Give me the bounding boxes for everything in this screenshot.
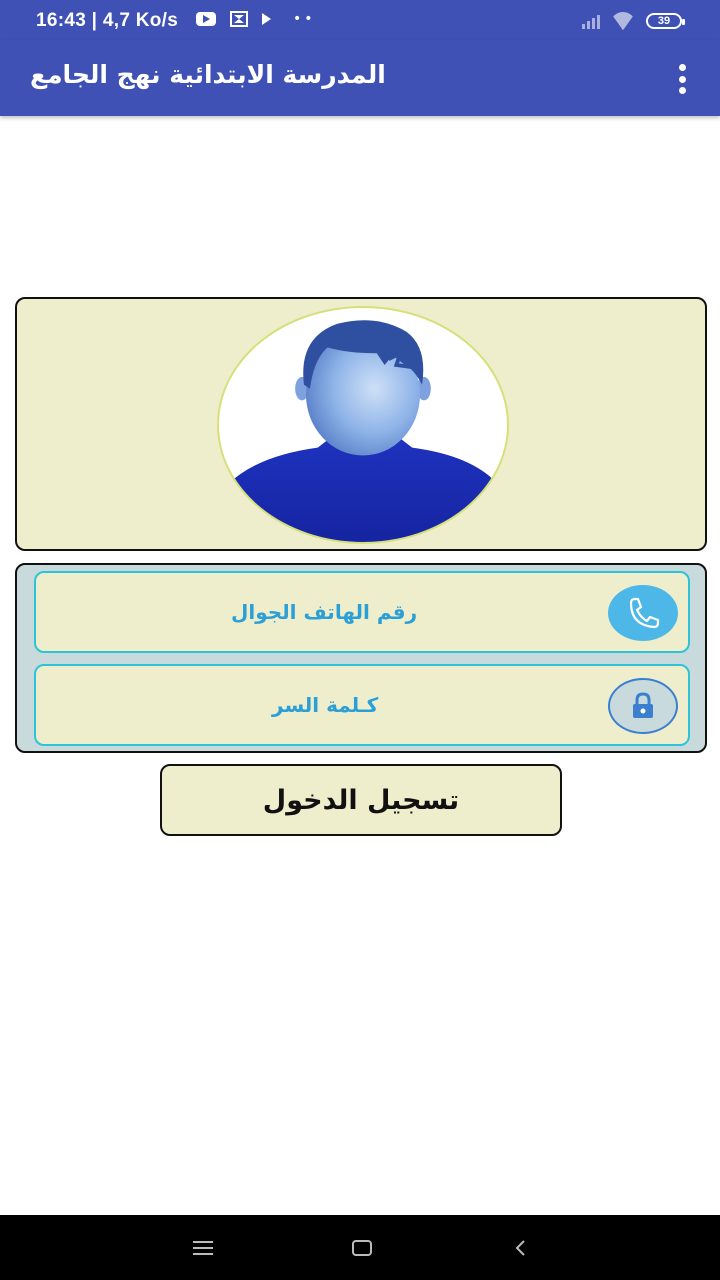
login-button-label: تسجيل الدخول: [262, 784, 460, 816]
avatar-panel: [15, 297, 707, 551]
user-avatar-icon: [229, 320, 497, 542]
battery-level: 39: [657, 15, 671, 27]
youtube-icon: [196, 12, 216, 26]
login-button[interactable]: تسجيل الدخول: [160, 764, 562, 836]
notification-icons: ••: [196, 11, 316, 27]
more-dots-icon: ••: [293, 11, 316, 27]
phone-field[interactable]: رقم الهاتف الجوال: [34, 571, 690, 653]
avatar: [217, 306, 509, 544]
app-icon: [230, 11, 248, 27]
back-icon[interactable]: [508, 1235, 534, 1261]
home-icon[interactable]: [349, 1235, 375, 1261]
wifi-icon: [610, 12, 636, 30]
play-icon: [262, 13, 271, 25]
login-form: رقم الهاتف الجوال كـلمة السر: [15, 563, 707, 753]
status-bar: 16:43 | 4,7 Ko/s •• 39: [0, 0, 720, 40]
signal-icon: [582, 13, 600, 29]
status-time: 16:43 | 4,7 Ko/s: [36, 10, 179, 31]
password-field-label: كـلمة السر: [272, 693, 379, 717]
app-bar: المدرسة الابتدائية نهج الجامع: [0, 40, 720, 116]
phone-icon: [608, 585, 678, 641]
system-icons: 39: [582, 12, 685, 30]
lock-icon: [608, 678, 678, 734]
overflow-menu-icon[interactable]: [670, 64, 694, 94]
password-field[interactable]: كـلمة السر: [34, 664, 690, 746]
battery-icon: 39: [646, 13, 685, 29]
app-title: المدرسة الابتدائية نهج الجامع: [30, 60, 386, 89]
menu-icon[interactable]: [190, 1235, 216, 1261]
system-nav-bar: [0, 1215, 720, 1280]
phone-field-label: رقم الهاتف الجوال: [231, 600, 418, 624]
